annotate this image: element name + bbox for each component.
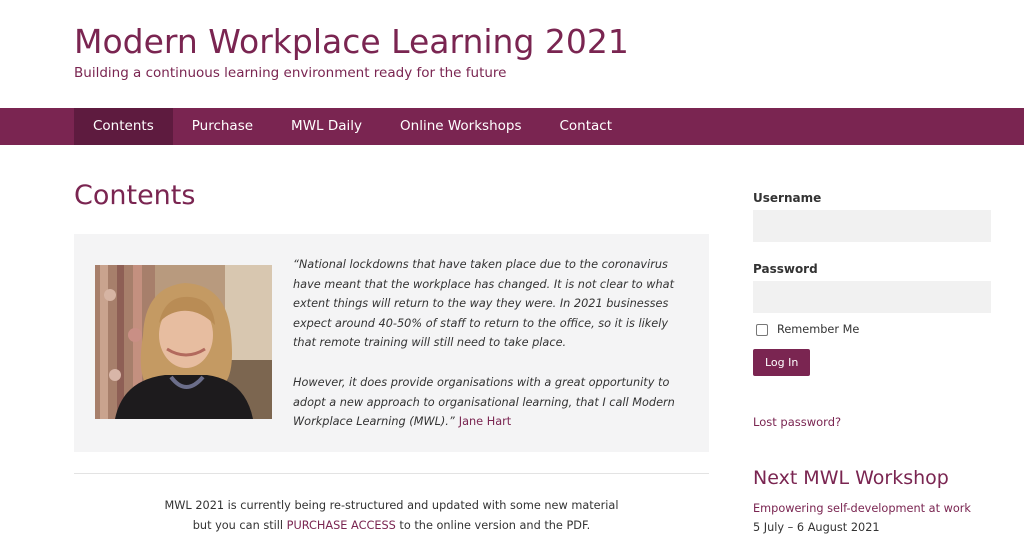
- author-photo: [95, 265, 272, 419]
- quote-paragraph-1: “National lockdowns that have taken plac…: [293, 258, 675, 350]
- nav-item-mwl-daily[interactable]: MWL Daily: [272, 108, 381, 145]
- nav-item-purchase[interactable]: Purchase: [173, 108, 272, 145]
- workshop-dates: 5 July – 6 August 2021: [753, 521, 880, 534]
- remember-me: Remember Me: [753, 323, 991, 336]
- lost-password-link[interactable]: Lost password?: [753, 415, 991, 429]
- quote-paragraph-2: However, it does provide organisations w…: [293, 373, 688, 432]
- quote-text: “National lockdowns that have taken plac…: [293, 255, 688, 432]
- notice-line-2: but you can still PURCHASE ACCESS to the…: [74, 516, 709, 536]
- site-header: Modern Workplace Learning 2021 Building …: [74, 20, 629, 81]
- remember-me-label: Remember Me: [777, 323, 860, 336]
- next-workshop-title: Next MWL Workshop: [753, 467, 949, 489]
- nav-item-contact[interactable]: Contact: [541, 108, 632, 145]
- notice-line-1: MWL 2021 is currently being re-structure…: [164, 499, 619, 512]
- username-label: Username: [753, 191, 822, 205]
- author-link[interactable]: Jane Hart: [459, 415, 511, 428]
- purchase-access-link[interactable]: PURCHASE ACCESS: [287, 519, 396, 532]
- workshop-link[interactable]: Empowering self-development at work: [753, 502, 991, 515]
- notice-line-2-before: but you can still: [192, 519, 284, 532]
- remember-me-checkbox[interactable]: [756, 323, 768, 336]
- site-tagline: Building a continuous learning environme…: [74, 65, 507, 81]
- nav-item-online-workshops[interactable]: Online Workshops: [381, 108, 540, 145]
- sidebar: Username Password Remember Me Log In Los…: [753, 191, 991, 534]
- content-divider: [74, 473, 709, 474]
- login-button[interactable]: Log In: [753, 349, 811, 376]
- notice-line-2-after: to the online version and the PDF.: [399, 519, 591, 532]
- username-field[interactable]: [753, 210, 991, 242]
- password-label: Password: [753, 262, 818, 276]
- nav-item-contents[interactable]: Contents: [74, 108, 173, 145]
- password-field[interactable]: [753, 281, 991, 313]
- quote-box: “National lockdowns that have taken plac…: [74, 234, 709, 452]
- site-title[interactable]: Modern Workplace Learning 2021: [74, 20, 629, 64]
- main-navigation: Contents Purchase MWL Daily Online Works…: [0, 108, 1024, 145]
- page-title: Contents: [74, 180, 196, 211]
- notice-text: MWL 2021 is currently being re-structure…: [74, 496, 709, 536]
